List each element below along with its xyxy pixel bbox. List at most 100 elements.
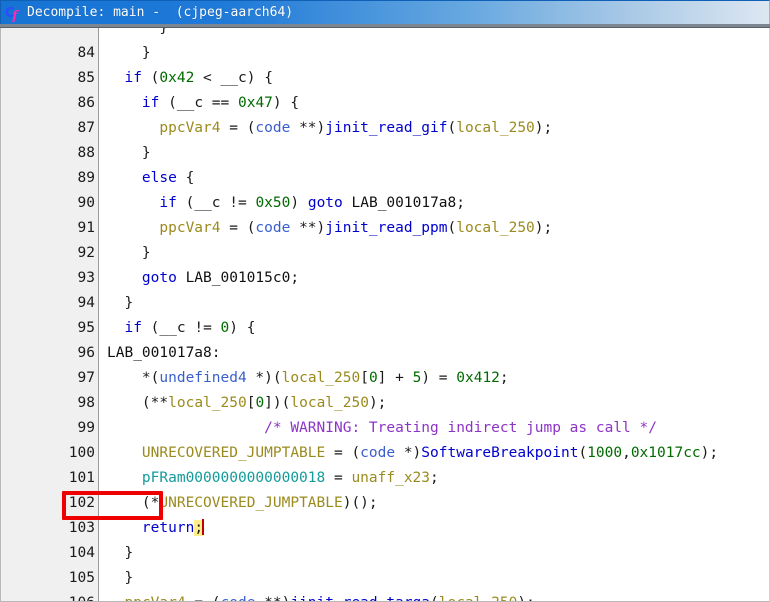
code-line[interactable]: 86 if (__c == 0x47) { (1, 91, 769, 116)
code-token: ppcVar4 (159, 120, 221, 136)
code-line[interactable]: 106 ppcVar4 = (code **)jinit_read_targa(… (1, 591, 769, 601)
code-token: ; (430, 470, 439, 486)
line-number (1, 28, 99, 41)
code-line[interactable]: 104 } (1, 541, 769, 566)
code-line[interactable]: 103 return; (1, 516, 769, 541)
code-line[interactable]: 92 } (1, 241, 769, 266)
code-line-text[interactable]: pFRam0000000000000018 = unaff_x23; (99, 466, 769, 491)
decompiler-window: C f Decompile: main - (cjpeg-aarch64) } 8… (0, 0, 770, 602)
code-line[interactable]: 95 if (__c != 0) { (1, 316, 769, 341)
code-line[interactable]: 91 ppcVar4 = (code **)jinit_read_ppm(loc… (1, 216, 769, 241)
code-token: if (159, 195, 177, 211)
code-line[interactable]: 101 pFRam0000000000000018 = unaff_x23; (1, 466, 769, 491)
code-line[interactable]: 84 } (1, 41, 769, 66)
code-line-text[interactable]: else { (99, 166, 769, 191)
code-token: } (159, 28, 169, 36)
code-line[interactable]: 94 } (1, 291, 769, 316)
code-line-text[interactable]: } (99, 241, 769, 266)
code-token: jinit_read_ppm (325, 220, 448, 236)
line-number: 105 (1, 566, 99, 591)
code-line-text[interactable]: (*UNRECOVERED_JUMPTABLE)(); (99, 491, 769, 516)
code-line[interactable]: 98 (**local_250[0])(local_250); (1, 391, 769, 416)
code-line-text[interactable]: ppcVar4 = (code **)jinit_read_targa(loca… (99, 591, 769, 601)
line-number: 90 (1, 191, 99, 216)
line-number: 100 (1, 441, 99, 466)
code-token: **) (290, 220, 326, 236)
code-line-text[interactable]: ppcVar4 = (code **)jinit_read_ppm(local_… (99, 216, 769, 241)
code-line[interactable]: 93 goto LAB_001015c0; (1, 266, 769, 291)
code-line-text[interactable]: ppcVar4 = (code **)jinit_read_gif(local_… (99, 116, 769, 141)
code-line-text[interactable]: return; (99, 516, 769, 541)
code-token: 0x412 (456, 370, 500, 386)
code-line-text[interactable]: (**local_250[0])(local_250); (99, 391, 769, 416)
line-number: 102 (1, 491, 99, 516)
code-token: 0x50 (255, 195, 291, 211)
code-token: /* WARNING: Treating indirect jump as ca… (264, 420, 657, 436)
code-lines-container: } 84 } 85 if (0x42 < __c) {86 if (__c == 0… (1, 28, 769, 601)
code-token: 0x47 (237, 95, 273, 111)
code-token: ( (176, 195, 195, 211)
code-line-text[interactable]: UNRECOVERED_JUMPTABLE = (code *)Software… (99, 441, 769, 466)
line-number: 89 (1, 166, 99, 191)
code-line-text[interactable]: } (99, 566, 769, 591)
code-token: local_250 (290, 395, 369, 411)
code-line[interactable]: 97 *(undefined4 *)(local_250[0] + 5) = 0… (1, 366, 769, 391)
line-number: 92 (1, 241, 99, 266)
code-token: ( (578, 445, 588, 461)
window-titlebar[interactable]: C f Decompile: main - (cjpeg-aarch64) (0, 0, 770, 24)
code-line-text[interactable]: if (__c != 0x50) goto LAB_001017a8; (99, 191, 769, 216)
code-line[interactable]: 85 if (0x42 < __c) { (1, 66, 769, 91)
code-line[interactable]: 105 } (1, 566, 769, 591)
code-line-text[interactable]: LAB_001017a8: (99, 341, 769, 366)
code-token: ); (517, 595, 534, 601)
code-line[interactable]: 96 LAB_001017a8: (1, 341, 769, 366)
code-token: } (141, 45, 151, 61)
code-line-text[interactable]: /* WARNING: Treating indirect jump as ca… (99, 416, 769, 441)
code-token: ( (141, 320, 160, 336)
code-line[interactable]: 100 UNRECOVERED_JUMPTABLE = (code *)Soft… (1, 441, 769, 466)
code-line[interactable]: 102 (*UNRECOVERED_JUMPTABLE)(); (1, 491, 769, 516)
code-token: UNRECOVERED_JUMPTABLE (141, 445, 326, 461)
code-line-text[interactable]: if (__c == 0x47) { (99, 91, 769, 116)
code-line-text[interactable]: *(undefined4 *)(local_250[0] + 5) = 0x41… (99, 366, 769, 391)
line-number: 85 (1, 66, 99, 91)
code-line[interactable]: } (1, 28, 769, 41)
code-token: ( (447, 120, 457, 136)
code-line-text[interactable]: if (__c != 0) { (99, 316, 769, 341)
code-line-text[interactable]: if (0x42 < __c) { (99, 66, 769, 91)
code-token: } (124, 295, 134, 311)
code-line-text[interactable]: } (99, 28, 769, 41)
code-line[interactable]: 89 else { (1, 166, 769, 191)
line-number: 96 (1, 341, 99, 366)
code-token: ) { (229, 320, 256, 336)
code-token: [ (360, 370, 369, 386)
code-line-text[interactable]: } (99, 41, 769, 66)
code-token: LAB_001015c0 (185, 270, 291, 286)
code-line[interactable]: 90 if (__c != 0x50) goto LAB_001017a8; (1, 191, 769, 216)
line-number: 87 (1, 116, 99, 141)
code-line-text[interactable]: } (99, 291, 769, 316)
code-token: ); (534, 120, 553, 136)
code-line-text[interactable]: } (99, 141, 769, 166)
code-line[interactable]: 88 } (1, 141, 769, 166)
code-token: pFRam0000000000000018 (141, 470, 326, 486)
code-line[interactable]: 87 ppcVar4 = (code **)jinit_read_gif(loc… (1, 116, 769, 141)
line-number: 97 (1, 366, 99, 391)
code-line[interactable]: 99 /* WARNING: Treating indirect jump as… (1, 416, 769, 441)
code-token: LAB_001017a8 (351, 195, 457, 211)
code-line-text[interactable]: } (99, 541, 769, 566)
code-line-text[interactable]: goto LAB_001015c0; (99, 266, 769, 291)
code-token: ); (534, 220, 553, 236)
line-number: 91 (1, 216, 99, 241)
code-token: )(); (342, 495, 378, 511)
decompiler-code-view[interactable]: } 84 } 85 if (0x42 < __c) {86 if (__c == 0… (0, 28, 770, 602)
